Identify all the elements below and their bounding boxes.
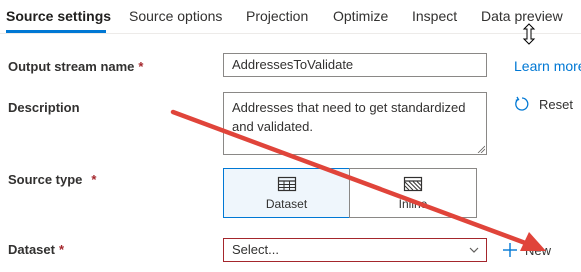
description-textarea[interactable]: Addresses that need to get standardized … bbox=[223, 92, 487, 155]
reset-icon bbox=[515, 96, 529, 111]
dataset-option-label: Dataset bbox=[265, 197, 308, 211]
hatched-grid-icon bbox=[403, 176, 423, 192]
tab-source-settings[interactable]: Source settings bbox=[6, 8, 111, 24]
chevron-down-icon bbox=[469, 247, 479, 253]
dataset-select[interactable]: Select... bbox=[223, 238, 487, 262]
tab-inspect[interactable]: Inspect bbox=[412, 8, 457, 24]
source-type-inline-option[interactable]: Inline bbox=[349, 168, 477, 218]
plus-icon bbox=[503, 243, 517, 257]
reset-button[interactable]: Reset bbox=[514, 94, 573, 114]
output-stream-name-label: Output stream name * bbox=[8, 59, 143, 74]
output-stream-name-label-text: Output stream name bbox=[8, 59, 135, 74]
resize-grip-icon[interactable] bbox=[477, 145, 485, 153]
source-type-label-text: Source type bbox=[8, 172, 83, 187]
table-grid-icon bbox=[277, 176, 296, 192]
new-label: New bbox=[525, 242, 552, 258]
tab-source-options[interactable]: Source options bbox=[129, 8, 222, 24]
resize-cursor-icon bbox=[522, 23, 536, 45]
source-type-dataset-option[interactable]: Dataset bbox=[223, 168, 350, 218]
dataset-label-text: Dataset bbox=[8, 242, 55, 257]
tab-data-preview[interactable]: Data preview bbox=[481, 8, 563, 24]
tab-bar: Source settings Source options Projectio… bbox=[0, 0, 581, 34]
inline-option-label: Inline bbox=[398, 197, 428, 211]
source-type-label: Source type * bbox=[8, 172, 96, 187]
description-label: Description bbox=[8, 100, 80, 115]
dataset-label: Dataset * bbox=[8, 242, 64, 257]
tab-projection[interactable]: Projection bbox=[246, 8, 308, 24]
required-marker: * bbox=[138, 59, 144, 74]
new-dataset-button[interactable]: New bbox=[502, 240, 551, 260]
output-stream-name-input[interactable]: AddressesToValidate bbox=[223, 53, 487, 77]
tab-optimize[interactable]: Optimize bbox=[333, 8, 388, 24]
reset-label: Reset bbox=[539, 96, 573, 112]
required-marker: * bbox=[58, 242, 65, 257]
required-marker: * bbox=[91, 172, 97, 187]
description-text: Addresses that need to get standardized … bbox=[232, 100, 466, 134]
learn-more-link[interactable]: Learn more bbox=[514, 58, 581, 74]
dataset-select-value: Select... bbox=[232, 242, 279, 257]
tab-divider bbox=[0, 33, 581, 34]
